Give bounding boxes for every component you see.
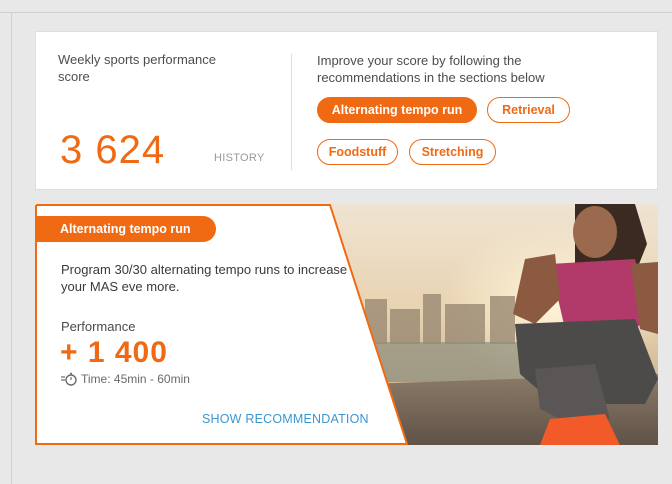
performance-label: Performance [61,319,136,334]
score-card-title: Weekly sports performance score [58,52,216,84]
frame-border-top [0,12,672,13]
show-recommendation-link[interactable]: SHOW RECOMMENDATION [202,412,369,426]
performance-gain-value: + 1 400 [60,336,168,369]
score-card: Weekly sports performance score 3 624 HI… [35,31,658,190]
vertical-divider [291,54,292,170]
history-link[interactable]: HISTORY [214,152,265,164]
chip-foodstuff[interactable]: Foodstuff [317,139,398,165]
chip-retrieval[interactable]: Retrieval [487,97,570,123]
time-row: Time: 45min - 60min [61,372,190,386]
performance-score-value: 3 624 [60,128,166,172]
recommendation-badge: Alternating tempo run [35,216,216,242]
chip-stretching[interactable]: Stretching [409,139,496,165]
stopwatch-icon [61,372,77,386]
improve-score-text: Improve your score by following the reco… [317,53,545,85]
time-label: Time: 45min - 60min [81,372,190,386]
recommendation-description: Program 30/30 alternating tempo runs to … [61,262,348,294]
frame-border-left [11,12,12,484]
chip-alternating-tempo-run[interactable]: Alternating tempo run [317,97,477,123]
recommendation-card: Alternating tempo run Program 30/30 alte… [35,204,658,445]
